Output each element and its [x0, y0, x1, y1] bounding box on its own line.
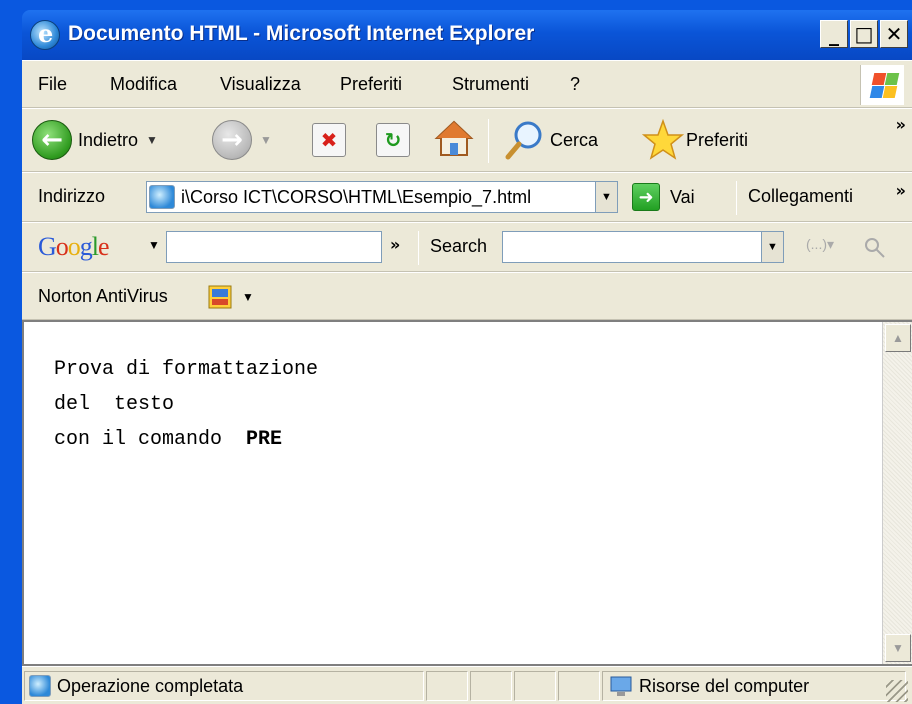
- status-zone-cell: Risorse del computer: [602, 671, 906, 701]
- address-value[interactable]: i\Corso ICT\CORSO\HTML\Esempio_7.html: [181, 187, 595, 208]
- search-icon: [505, 121, 542, 160]
- forward-button[interactable]: → ▼: [212, 120, 272, 160]
- refresh-button[interactable]: ↻: [376, 123, 410, 157]
- forward-dropdown-icon[interactable]: ▼: [260, 133, 272, 147]
- window-title: Documento HTML - Microsoft Internet Expl…: [68, 22, 535, 45]
- menu-visualizza[interactable]: Visualizza: [220, 74, 301, 95]
- go-arrow-icon: ➜: [632, 183, 660, 211]
- google-toolbar: Google ▼ » Search ▼ (...)▾: [22, 222, 912, 272]
- google-separator: [418, 231, 419, 265]
- status-page-icon: [29, 675, 51, 697]
- minimize-icon: _: [829, 22, 839, 46]
- title-bar[interactable]: Documento HTML - Microsoft Internet Expl…: [22, 10, 912, 60]
- pre-line-1: Prova di formattazione: [54, 358, 319, 381]
- back-arrow-icon: ←: [32, 120, 72, 160]
- computer-zone-icon: [610, 676, 632, 696]
- back-label: Indietro: [78, 129, 139, 150]
- norton-label: Norton AntiVirus: [38, 286, 168, 306]
- norton-toolbar: Norton AntiVirus ▼: [22, 272, 912, 320]
- pre-line-2: del testo: [54, 393, 175, 416]
- windows-logo: [860, 65, 904, 105]
- browser-chrome: File Modifica Visualizza Preferiti Strum…: [22, 60, 912, 704]
- address-bar: Indirizzo i\Corso ICT\CORSO\HTML\Esempio…: [22, 172, 912, 222]
- highlight-icon[interactable]: (...)▾: [806, 236, 834, 253]
- menu-help[interactable]: ?: [570, 74, 580, 95]
- page-icon: [149, 185, 175, 209]
- home-button[interactable]: [434, 119, 474, 159]
- toolbar-separator: [488, 119, 489, 163]
- address-dropdown-icon[interactable]: ▼: [595, 182, 617, 212]
- search-label: Cerca: [550, 129, 599, 150]
- zone-text: Risorse del computer: [639, 675, 810, 696]
- status-text-cell: Operazione completata: [24, 671, 424, 701]
- close-icon: ✕: [885, 22, 903, 46]
- address-label: Indirizzo: [38, 186, 106, 206]
- google-more-icon[interactable]: »: [390, 235, 400, 254]
- scroll-up-icon[interactable]: ▲: [885, 324, 911, 352]
- status-pane-2: [470, 671, 512, 701]
- scroll-down-icon[interactable]: ▼: [885, 634, 911, 662]
- address-field[interactable]: i\Corso ICT\CORSO\HTML\Esempio_7.html ▼: [146, 181, 618, 213]
- favorites-label: Preferiti: [686, 129, 749, 150]
- menu-file[interactable]: File: [38, 74, 67, 95]
- address-separator: [736, 181, 737, 215]
- search-box-input[interactable]: ▼: [502, 231, 784, 263]
- page-content: Prova di formattazione del testo con il …: [22, 320, 912, 666]
- maximize-icon: □: [854, 22, 874, 46]
- google-logo[interactable]: Google: [38, 232, 110, 262]
- pre-bold-word: PRE: [246, 428, 283, 451]
- magnifier-icon[interactable]: [864, 237, 886, 259]
- google-dropdown-icon[interactable]: ▼: [148, 238, 160, 252]
- back-dropdown-icon[interactable]: ▼: [146, 133, 158, 147]
- menu-strumenti[interactable]: Strumenti: [452, 74, 529, 95]
- forward-arrow-icon: →: [212, 120, 252, 160]
- search-button[interactable]: Cerca: [504, 119, 598, 161]
- menu-modifica[interactable]: Modifica: [110, 74, 177, 95]
- links-more-icon[interactable]: »: [896, 181, 906, 200]
- caption-buttons: _ □ ✕: [820, 20, 908, 48]
- stop-icon: ✖: [312, 123, 346, 157]
- go-button[interactable]: ➜ Vai: [632, 183, 695, 211]
- toolbar-more-icon[interactable]: »: [896, 115, 906, 134]
- stop-button[interactable]: ✖: [312, 123, 346, 157]
- standard-toolbar: ← Indietro ▼ → ▼ ✖ ↻ Cerca Preferiti »: [22, 108, 912, 172]
- pre-text-block: Prova di formattazione del testo con il …: [54, 352, 318, 457]
- norton-icon[interactable]: [208, 285, 232, 309]
- go-label: Vai: [670, 186, 695, 207]
- links-label[interactable]: Collegamenti: [748, 186, 853, 207]
- star-icon: [642, 119, 684, 160]
- vertical-scrollbar[interactable]: ▲ ▼: [882, 322, 912, 664]
- home-icon: [434, 120, 474, 156]
- status-pane-4: [558, 671, 600, 701]
- search-box-label: Search: [430, 236, 488, 256]
- favorites-button[interactable]: Preferiti: [642, 119, 748, 161]
- status-pane-3: [514, 671, 556, 701]
- menu-bar: File Modifica Visualizza Preferiti Strum…: [22, 60, 912, 108]
- refresh-icon: ↻: [376, 123, 410, 157]
- status-pane-1: [426, 671, 468, 701]
- norton-dropdown-icon[interactable]: ▼: [242, 290, 254, 304]
- minimize-button[interactable]: _: [820, 20, 848, 48]
- menu-preferiti[interactable]: Preferiti: [340, 74, 402, 95]
- status-text: Operazione completata: [57, 675, 244, 696]
- back-button[interactable]: ← Indietro ▼: [32, 120, 158, 160]
- pre-line-3: con il comando: [54, 428, 247, 451]
- google-search-input[interactable]: [166, 231, 382, 263]
- browser-window: Documento HTML - Microsoft Internet Expl…: [0, 0, 912, 704]
- status-bar: Operazione completata Risorse del comput…: [22, 666, 912, 704]
- search-box-value: [503, 232, 761, 262]
- maximize-button[interactable]: □: [850, 20, 878, 48]
- resize-grip[interactable]: [886, 680, 908, 702]
- ie-icon[interactable]: [30, 19, 60, 50]
- close-button[interactable]: ✕: [880, 20, 908, 48]
- search-box-dropdown-icon[interactable]: ▼: [761, 232, 783, 262]
